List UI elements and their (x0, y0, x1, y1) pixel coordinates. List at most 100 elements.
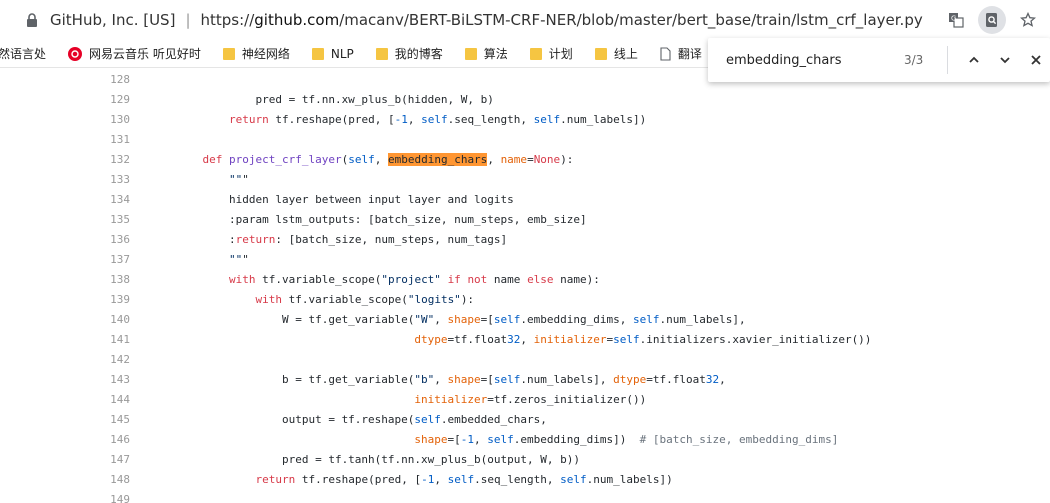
line-number[interactable]: 136 (0, 230, 130, 250)
find-next-button[interactable] (992, 46, 1019, 74)
line-number[interactable]: 128 (0, 70, 130, 90)
code-line: 149 (0, 490, 1050, 503)
bookmark-star-icon[interactable] (1014, 6, 1042, 34)
bookmark-label: 计划 (548, 47, 573, 61)
code-line: 140 W = tf.get_variable("W", shape=[self… (0, 310, 1050, 330)
bookmark-item[interactable]: 神经网络 (222, 45, 290, 62)
bookmark-label: NLP (330, 46, 354, 61)
line-number[interactable]: 139 (0, 290, 130, 310)
bookmark-label: 我的博客 (394, 47, 443, 61)
code-text: initializer=tf.zeros_initializer()) (414, 393, 647, 406)
line-number[interactable]: 147 (0, 450, 130, 470)
line-number[interactable]: 133 (0, 170, 130, 190)
code-line: 143 b = tf.get_variable("b", shape=[self… (0, 370, 1050, 390)
line-number[interactable]: 143 (0, 370, 130, 390)
line-number[interactable]: 142 (0, 350, 130, 370)
line-number[interactable]: 149 (0, 490, 130, 503)
code-text: dtype=tf.float32, initializer=self.initi… (414, 333, 872, 346)
code-text: with tf.variable_scope("logits"): (255, 293, 475, 306)
bookmark-item[interactable]: 算法 (464, 45, 508, 62)
code-line: 142 (0, 350, 1050, 370)
find-divider (947, 46, 949, 74)
bookmark-item[interactable]: NLP (311, 46, 354, 61)
code-text: hidden layer between input layer and log… (176, 193, 514, 206)
code-line: 141 dtype=tf.float32, initializer=self.i… (0, 330, 1050, 350)
line-number[interactable]: 129 (0, 90, 130, 110)
bookmark-item[interactable]: 然语言处 (0, 45, 46, 62)
line-number[interactable]: 141 (0, 330, 130, 350)
code-line: 148 return tf.reshape(pred, [-1, self.se… (0, 470, 1050, 490)
code-line: 132 def project_crf_layer(self, embeddin… (0, 150, 1050, 170)
code-text: pred = tf.nn.xw_plus_b(hidden, W, b) (176, 93, 494, 106)
line-number[interactable]: 135 (0, 210, 130, 230)
code-text: shape=[-1, self.embedding_dims]) # [batc… (414, 433, 839, 446)
code-line: 134 hidden layer between input layer and… (0, 190, 1050, 210)
code-line: 139 with tf.variable_scope("logits"): (0, 290, 1050, 310)
code-text: """ (228, 253, 249, 266)
url-text[interactable]: https://github.com/macanv/BERT-BiLSTM-CR… (201, 11, 923, 29)
code-text: :return: [batch_size, num_steps, num_tag… (176, 233, 508, 246)
code-text: :param lstm_outputs: [batch_size, num_st… (176, 213, 587, 226)
line-number[interactable]: 140 (0, 310, 130, 330)
address-bar[interactable]: GitHub, Inc. [US] | https://github.com/m… (0, 0, 1050, 40)
code-text: b = tf.get_variable("b", shape=[self.num… (176, 373, 726, 386)
chevron-up-icon (969, 56, 979, 63)
folder-icon (375, 47, 388, 61)
code-line: 130 return tf.reshape(pred, [-1, self.se… (0, 110, 1050, 130)
bookmark-item[interactable]: 我的博客 (375, 45, 443, 62)
netease-music-icon (68, 46, 83, 61)
chevron-down-icon (1000, 57, 1010, 64)
code-line: 129 pred = tf.nn.xw_plus_b(hidden, W, b) (0, 90, 1050, 110)
code-text: return tf.reshape(pred, [-1, self.seq_le… (255, 473, 673, 486)
find-previous-button[interactable] (960, 46, 987, 74)
bookmark-item[interactable]: 计划 (529, 45, 573, 62)
bookmark-label: 翻译 (677, 47, 702, 61)
line-number[interactable]: 131 (0, 130, 130, 150)
url-scheme: https:// (200, 11, 255, 29)
code-text: return tf.reshape(pred, [-1, self.seq_le… (228, 113, 647, 126)
folder-icon (594, 47, 607, 61)
folder-icon (222, 47, 235, 61)
svg-text:G: G (951, 15, 956, 23)
code-text: """ (228, 173, 249, 186)
folder-icon (529, 47, 542, 61)
page-icon (660, 46, 671, 61)
site-identity[interactable]: GitHub, Inc. [US] (50, 11, 175, 29)
url-separator: | (185, 11, 191, 29)
code-line: 136 :return: [batch_size, num_steps, num… (0, 230, 1050, 250)
bookmark-item[interactable]: 翻译 (660, 45, 702, 62)
bookmark-label: 线上 (613, 47, 638, 61)
lock-icon[interactable] (22, 10, 42, 30)
bookmark-label: 网易云音乐 听见好时 (89, 47, 201, 61)
code-line: 133 """ (0, 170, 1050, 190)
address-bar-actions: G (942, 0, 1050, 40)
line-number[interactable]: 137 (0, 250, 130, 270)
translate-icon[interactable]: G (942, 6, 970, 34)
code-text: def project_crf_layer(self, embedding_ch… (202, 153, 574, 166)
line-number[interactable]: 134 (0, 190, 130, 210)
line-number[interactable]: 144 (0, 390, 130, 410)
line-number[interactable]: 130 (0, 110, 130, 130)
close-icon (1031, 55, 1042, 65)
code-text: with tf.variable_scope("project" if not … (228, 273, 600, 286)
code-text: W = tf.get_variable("W", shape=[self.emb… (176, 313, 746, 326)
bookmark-item[interactable]: 线上 (594, 45, 638, 62)
line-number[interactable]: 132 (0, 150, 130, 170)
find-in-page-icon[interactable] (978, 6, 1006, 34)
find-input[interactable] (724, 51, 878, 69)
find-close-button[interactable] (1023, 46, 1050, 74)
line-number[interactable]: 148 (0, 470, 130, 490)
folder-icon (464, 47, 477, 61)
bookmark-item[interactable]: 网易云音乐 听见好时 (68, 45, 201, 62)
folder-icon (311, 47, 324, 61)
line-number[interactable]: 146 (0, 430, 130, 450)
code-text: pred = tf.tanh(tf.nn.xw_plus_b(output, W… (176, 453, 580, 466)
code-line: 137 """ (0, 250, 1050, 270)
bookmark-label: 算法 (483, 47, 508, 61)
bookmark-label: 神经网络 (241, 47, 290, 61)
code-line: 135 :param lstm_outputs: [batch_size, nu… (0, 210, 1050, 230)
line-number[interactable]: 145 (0, 410, 130, 430)
code-view: 128 129 pred = tf.nn.xw_plus_b(hidden, W,… (0, 70, 1050, 503)
line-number[interactable]: 138 (0, 270, 130, 290)
code-line: 144 initializer=tf.zeros_initializer()) (0, 390, 1050, 410)
